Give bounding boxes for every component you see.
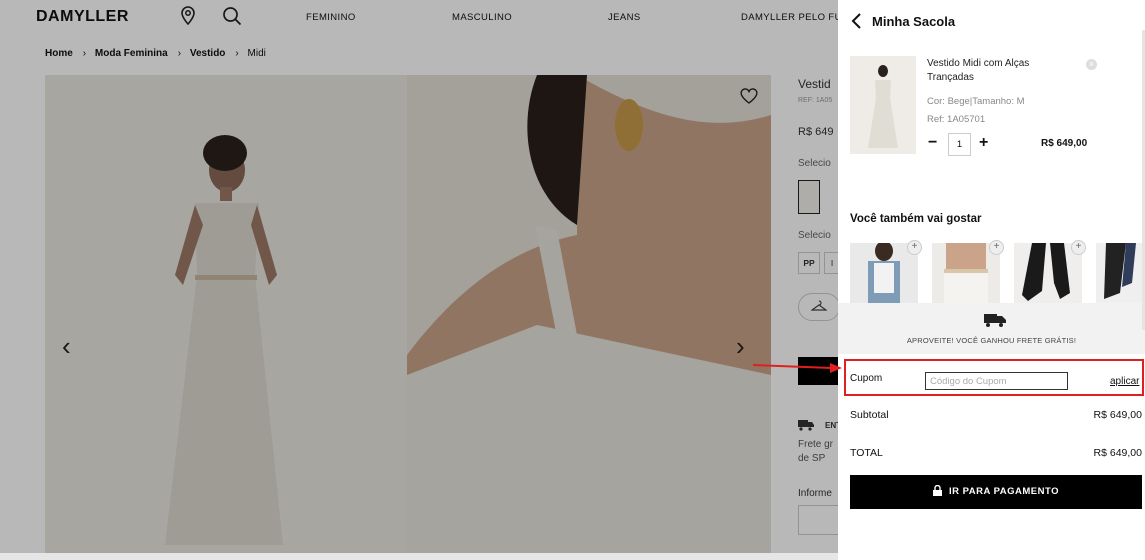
free-shipping-text: APROVEITE! VOCÊ GANHOU FRETE GRÁTIS! [906,336,1077,345]
cart-item-ref: Ref: 1A05701 [927,114,986,125]
coupon-highlight-box [844,359,1144,396]
checkout-button[interactable]: IR PARA PAGAMENTO [850,475,1142,509]
cart-title: Minha Sacola [872,14,956,29]
cart-drawer: Minha Sacola Vestido Midi com Alças Tran… [838,0,1145,560]
annotation-arrow-icon [752,363,842,373]
subtotal-value: R$ 649,00 [1093,409,1142,421]
remove-item-close-icon[interactable]: × [1086,59,1097,70]
total-value: R$ 649,00 [1093,447,1142,459]
total-label: TOTAL [850,447,883,459]
recommendation-product[interactable] [1096,243,1145,303]
add-recommendation-button[interactable]: + [1071,240,1086,255]
free-shipping-banner: APROVEITE! VOCÊ GANHOU FRETE GRÁTIS! [838,303,1145,354]
add-recommendation-button[interactable]: + [907,240,922,255]
quantity-increase-button[interactable]: + [979,134,988,152]
modal-backdrop[interactable] [0,0,838,560]
delivery-truck-icon [984,313,1006,332]
back-arrow-icon[interactable] [850,12,864,35]
cart-item-price: R$ 649,00 [1041,138,1088,149]
recommendations-title: Você também vai gostar [850,213,982,225]
cart-item-thumbnail[interactable] [850,56,916,154]
subtotal-label: Subtotal [850,409,889,421]
quantity-field[interactable]: 1 [948,133,971,156]
cart-item-name[interactable]: Vestido Midi com Alças Trançadas [927,57,1067,85]
quantity-decrease-button[interactable]: − [928,134,937,152]
add-recommendation-button[interactable]: + [989,240,1004,255]
page-footer-strip [0,553,838,560]
lock-icon [932,477,942,511]
checkout-button-label: IR PARA PAGAMENTO [948,486,1059,497]
cart-item-color-size: Cor: Bege|Tamanho: M [927,96,1025,107]
